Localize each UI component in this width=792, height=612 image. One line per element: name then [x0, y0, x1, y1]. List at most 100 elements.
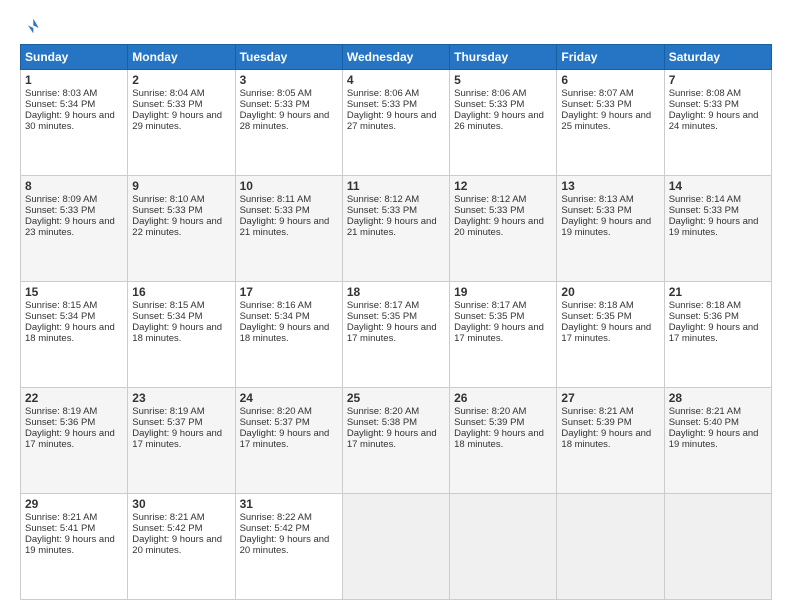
day-number: 28 — [669, 391, 767, 405]
sunset-text: Sunset: 5:42 PM — [132, 523, 202, 534]
sunrise-text: Sunrise: 8:18 AM — [561, 300, 633, 311]
daylight-text: Daylight: 9 hours and 19 minutes. — [561, 216, 651, 238]
sunset-text: Sunset: 5:33 PM — [132, 99, 202, 110]
daylight-text: Daylight: 9 hours and 18 minutes. — [25, 322, 115, 344]
sunrise-text: Sunrise: 8:11 AM — [240, 194, 312, 205]
calendar-day-cell: 26Sunrise: 8:20 AMSunset: 5:39 PMDayligh… — [450, 388, 557, 494]
day-number: 31 — [240, 497, 338, 511]
daylight-text: Daylight: 9 hours and 17 minutes. — [669, 322, 759, 344]
calendar-day-cell: 12Sunrise: 8:12 AMSunset: 5:33 PMDayligh… — [450, 176, 557, 282]
daylight-text: Daylight: 9 hours and 19 minutes. — [669, 216, 759, 238]
calendar-day-cell: 14Sunrise: 8:14 AMSunset: 5:33 PMDayligh… — [664, 176, 771, 282]
sunset-text: Sunset: 5:40 PM — [669, 417, 739, 428]
sunset-text: Sunset: 5:37 PM — [132, 417, 202, 428]
daylight-text: Daylight: 9 hours and 17 minutes. — [132, 428, 222, 450]
sunset-text: Sunset: 5:35 PM — [347, 311, 417, 322]
day-number: 20 — [561, 285, 659, 299]
day-number: 10 — [240, 179, 338, 193]
sunrise-text: Sunrise: 8:07 AM — [561, 88, 633, 99]
day-number: 13 — [561, 179, 659, 193]
sunrise-text: Sunrise: 8:06 AM — [454, 88, 526, 99]
calendar-day-cell: 9Sunrise: 8:10 AMSunset: 5:33 PMDaylight… — [128, 176, 235, 282]
sunrise-text: Sunrise: 8:08 AM — [669, 88, 741, 99]
daylight-text: Daylight: 9 hours and 17 minutes. — [347, 322, 437, 344]
sunrise-text: Sunrise: 8:22 AM — [240, 512, 312, 523]
sunset-text: Sunset: 5:41 PM — [25, 523, 95, 534]
weekday-header: Saturday — [664, 45, 771, 70]
calendar-header-row: SundayMondayTuesdayWednesdayThursdayFrid… — [21, 45, 772, 70]
daylight-text: Daylight: 9 hours and 17 minutes. — [454, 322, 544, 344]
sunset-text: Sunset: 5:36 PM — [25, 417, 95, 428]
sunrise-text: Sunrise: 8:21 AM — [25, 512, 97, 523]
day-number: 14 — [669, 179, 767, 193]
weekday-header: Sunday — [21, 45, 128, 70]
daylight-text: Daylight: 9 hours and 18 minutes. — [240, 322, 330, 344]
day-number: 27 — [561, 391, 659, 405]
day-number: 22 — [25, 391, 123, 405]
sunset-text: Sunset: 5:33 PM — [669, 205, 739, 216]
calendar-day-cell: 15Sunrise: 8:15 AMSunset: 5:34 PMDayligh… — [21, 282, 128, 388]
daylight-text: Daylight: 9 hours and 19 minutes. — [25, 534, 115, 556]
daylight-text: Daylight: 9 hours and 17 minutes. — [25, 428, 115, 450]
day-number: 18 — [347, 285, 445, 299]
calendar-day-cell: 22Sunrise: 8:19 AMSunset: 5:36 PMDayligh… — [21, 388, 128, 494]
weekday-header: Wednesday — [342, 45, 449, 70]
calendar-day-cell: 7Sunrise: 8:08 AMSunset: 5:33 PMDaylight… — [664, 70, 771, 176]
weekday-header: Friday — [557, 45, 664, 70]
day-number: 11 — [347, 179, 445, 193]
sunset-text: Sunset: 5:33 PM — [240, 99, 310, 110]
calendar-day-cell: 13Sunrise: 8:13 AMSunset: 5:33 PMDayligh… — [557, 176, 664, 282]
day-number: 8 — [25, 179, 123, 193]
sunset-text: Sunset: 5:33 PM — [454, 99, 524, 110]
sunset-text: Sunset: 5:33 PM — [347, 99, 417, 110]
daylight-text: Daylight: 9 hours and 17 minutes. — [561, 322, 651, 344]
calendar-day-cell: 17Sunrise: 8:16 AMSunset: 5:34 PMDayligh… — [235, 282, 342, 388]
weekday-header: Tuesday — [235, 45, 342, 70]
day-number: 9 — [132, 179, 230, 193]
sunrise-text: Sunrise: 8:20 AM — [240, 406, 312, 417]
day-number: 24 — [240, 391, 338, 405]
calendar-day-cell: 20Sunrise: 8:18 AMSunset: 5:35 PMDayligh… — [557, 282, 664, 388]
daylight-text: Daylight: 9 hours and 22 minutes. — [132, 216, 222, 238]
calendar-day-cell: 30Sunrise: 8:21 AMSunset: 5:42 PMDayligh… — [128, 494, 235, 600]
calendar-day-cell: 10Sunrise: 8:11 AMSunset: 5:33 PMDayligh… — [235, 176, 342, 282]
sunrise-text: Sunrise: 8:12 AM — [454, 194, 526, 205]
day-number: 12 — [454, 179, 552, 193]
sunrise-text: Sunrise: 8:20 AM — [347, 406, 419, 417]
day-number: 30 — [132, 497, 230, 511]
sunset-text: Sunset: 5:39 PM — [561, 417, 631, 428]
sunrise-text: Sunrise: 8:17 AM — [454, 300, 526, 311]
calendar-week-row: 1Sunrise: 8:03 AMSunset: 5:34 PMDaylight… — [21, 70, 772, 176]
sunrise-text: Sunrise: 8:17 AM — [347, 300, 419, 311]
calendar-week-row: 8Sunrise: 8:09 AMSunset: 5:33 PMDaylight… — [21, 176, 772, 282]
day-number: 17 — [240, 285, 338, 299]
daylight-text: Daylight: 9 hours and 20 minutes. — [240, 534, 330, 556]
calendar-body: 1Sunrise: 8:03 AMSunset: 5:34 PMDaylight… — [21, 70, 772, 600]
sunrise-text: Sunrise: 8:18 AM — [669, 300, 741, 311]
calendar-day-cell: 28Sunrise: 8:21 AMSunset: 5:40 PMDayligh… — [664, 388, 771, 494]
calendar-day-cell: 18Sunrise: 8:17 AMSunset: 5:35 PMDayligh… — [342, 282, 449, 388]
daylight-text: Daylight: 9 hours and 21 minutes. — [347, 216, 437, 238]
daylight-text: Daylight: 9 hours and 26 minutes. — [454, 110, 544, 132]
header — [20, 16, 772, 36]
sunrise-text: Sunrise: 8:21 AM — [132, 512, 204, 523]
day-number: 15 — [25, 285, 123, 299]
sunset-text: Sunset: 5:33 PM — [347, 205, 417, 216]
day-number: 23 — [132, 391, 230, 405]
calendar-day-cell — [450, 494, 557, 600]
sunset-text: Sunset: 5:34 PM — [25, 311, 95, 322]
weekday-header: Thursday — [450, 45, 557, 70]
sunset-text: Sunset: 5:36 PM — [669, 311, 739, 322]
day-number: 19 — [454, 285, 552, 299]
day-number: 21 — [669, 285, 767, 299]
daylight-text: Daylight: 9 hours and 19 minutes. — [669, 428, 759, 450]
day-number: 26 — [454, 391, 552, 405]
day-number: 6 — [561, 73, 659, 87]
calendar-week-row: 15Sunrise: 8:15 AMSunset: 5:34 PMDayligh… — [21, 282, 772, 388]
calendar-day-cell: 25Sunrise: 8:20 AMSunset: 5:38 PMDayligh… — [342, 388, 449, 494]
sunset-text: Sunset: 5:33 PM — [561, 99, 631, 110]
daylight-text: Daylight: 9 hours and 18 minutes. — [561, 428, 651, 450]
calendar-week-row: 22Sunrise: 8:19 AMSunset: 5:36 PMDayligh… — [21, 388, 772, 494]
sunset-text: Sunset: 5:39 PM — [454, 417, 524, 428]
sunset-text: Sunset: 5:35 PM — [561, 311, 631, 322]
